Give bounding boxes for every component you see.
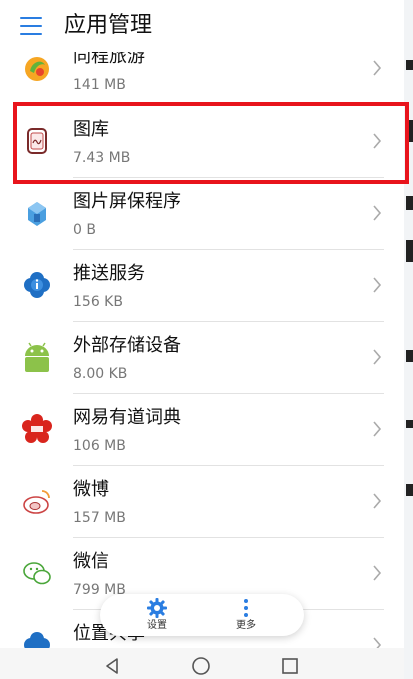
chevron-right-icon: [373, 349, 382, 365]
chevron-right-icon: [373, 277, 382, 293]
app-row-push-service[interactable]: 推送服务 156 KB: [0, 250, 404, 322]
settings-label: 设置: [147, 620, 167, 631]
more-label: 更多: [236, 620, 256, 631]
app-list[interactable]: 同程旅游 141 MB 图库 7.43 MB 图片屏保程序 0 B 推送服务 1…: [0, 0, 404, 658]
more-vertical-icon: [244, 599, 248, 617]
app-row-external-storage[interactable]: 外部存储设备 8.00 KB: [0, 322, 404, 394]
app-row-screensaver[interactable]: 图片屏保程序 0 B: [0, 178, 404, 250]
app-name: 微信: [73, 551, 109, 572]
app-name: 图库: [73, 119, 109, 140]
row-divider: [73, 104, 384, 105]
floating-action-bar: 设置 更多: [100, 594, 304, 636]
gallery-icon: [20, 124, 54, 158]
chevron-right-icon: [373, 205, 382, 221]
chevron-right-icon: [373, 493, 382, 509]
chevron-right-icon: [373, 133, 382, 149]
app-name: 推送服务: [73, 263, 145, 284]
app-size: 141 MB: [73, 77, 126, 93]
youdao-dict-icon: [20, 412, 54, 446]
app-name: 外部存储设备: [73, 335, 181, 356]
back-icon[interactable]: [102, 656, 122, 676]
app-name: 网易有道词典: [73, 407, 181, 428]
app-row-youdao[interactable]: 网易有道词典 106 MB: [0, 394, 404, 466]
app-bar: 应用管理: [0, 0, 404, 52]
tongcheng-travel-icon: [20, 51, 54, 85]
app-row-gallery[interactable]: 图库 7.43 MB: [0, 106, 404, 178]
settings-button[interactable]: 设置: [127, 597, 187, 635]
screensaver-icon: [20, 196, 54, 230]
adjacent-panel-edge: [404, 0, 413, 679]
app-size: 8.00 KB: [73, 366, 128, 382]
weibo-icon: [20, 484, 54, 518]
more-button[interactable]: 更多: [216, 597, 276, 635]
menu-icon[interactable]: [20, 17, 42, 35]
android-icon: [20, 340, 54, 374]
app-row-weibo[interactable]: 微博 157 MB: [0, 466, 404, 538]
app-size: 7.43 MB: [73, 150, 131, 166]
system-nav-bar: [0, 648, 404, 679]
wechat-icon: [20, 556, 54, 590]
app-size: 157 MB: [73, 510, 126, 526]
app-size: 156 KB: [73, 294, 123, 310]
chevron-right-icon: [373, 60, 382, 76]
push-service-icon: [20, 268, 54, 302]
chevron-right-icon: [373, 421, 382, 437]
home-icon[interactable]: [191, 656, 211, 676]
app-management-screen: 同程旅游 141 MB 图库 7.43 MB 图片屏保程序 0 B 推送服务 1…: [0, 0, 404, 679]
recents-icon[interactable]: [280, 656, 300, 676]
chevron-right-icon: [373, 565, 382, 581]
app-name: 微博: [73, 479, 109, 500]
app-size: 106 MB: [73, 438, 126, 454]
app-size: 0 B: [73, 222, 96, 238]
gear-icon: [147, 598, 167, 618]
app-name: 图片屏保程序: [73, 191, 181, 212]
page-title: 应用管理: [64, 13, 153, 38]
